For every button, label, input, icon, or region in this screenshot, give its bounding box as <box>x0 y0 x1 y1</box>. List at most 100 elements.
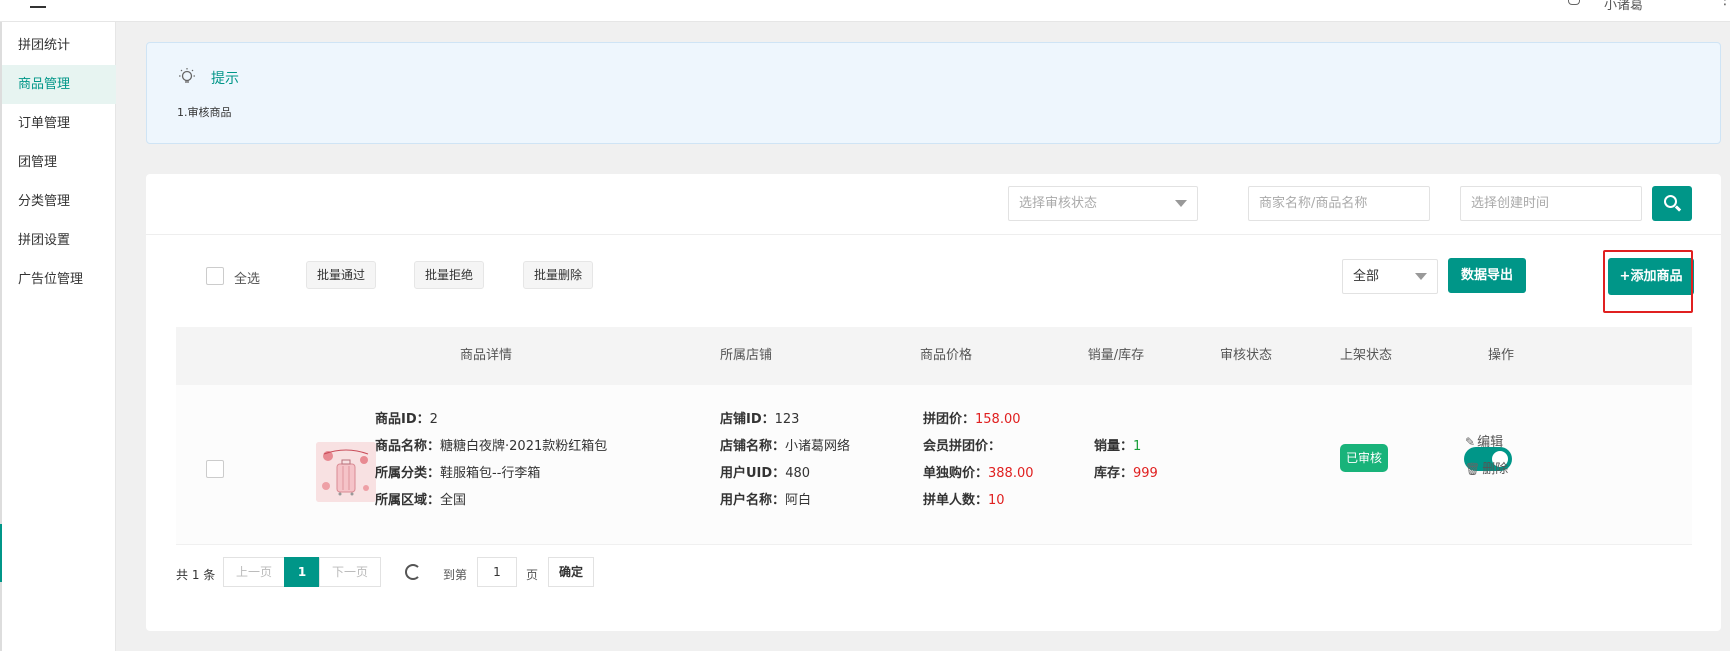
row-checkbox[interactable] <box>206 460 224 478</box>
menu-icon[interactable] <box>30 0 46 8</box>
page-1-button[interactable]: 1 <box>284 557 320 587</box>
product-name-label: 商品名称： <box>375 439 441 454</box>
search-button[interactable] <box>1652 186 1692 221</box>
edit-label: 编辑 <box>1477 435 1504 450</box>
export-data-button[interactable]: 数据导出 <box>1448 258 1526 293</box>
group-price-label: 拼团价： <box>923 412 976 427</box>
sidebar-item-product-management[interactable]: 商品管理 <box>2 65 116 104</box>
goto-confirm-button[interactable]: 确定 <box>548 557 594 587</box>
lightbulb-icon <box>179 68 195 83</box>
user-name[interactable]: 小诸葛 <box>1604 0 1643 13</box>
product-name-value: 糖糖白夜牌·2021款粉红箱包 <box>440 439 608 454</box>
product-id-label: 商品ID： <box>375 412 430 427</box>
next-page-button[interactable]: 下一页 <box>319 557 381 587</box>
page-number-input[interactable]: 1 <box>477 557 517 587</box>
sidebar-item-group-settings[interactable]: 拼团设置 <box>2 221 116 260</box>
audit-status-select[interactable]: 选择审核状态 <box>1008 186 1198 221</box>
batch-delete-button[interactable]: 批量删除 <box>523 261 594 289</box>
col-product-detail: 商品详情 <box>459 348 512 363</box>
search-icon <box>1664 195 1677 208</box>
user-name-label: 用户名称： <box>720 493 786 508</box>
filter-bar: 选择审核状态 商家名称/商品名称 选择创建时间 <box>146 174 1721 235</box>
caret-down-icon <box>1175 200 1187 207</box>
stock-value: 999 <box>1133 466 1158 481</box>
keyword-input[interactable]: 商家名称/商品名称 <box>1248 186 1430 221</box>
product-region-line: 所属区域：全国 <box>375 489 466 508</box>
delete-label: 删除 <box>1482 462 1509 477</box>
col-listed-status: 上架状态 <box>1339 348 1392 363</box>
scope-select[interactable]: 全部 <box>1342 259 1438 294</box>
member-price-line: 会员拼团价： <box>923 435 1001 454</box>
prev-page-button[interactable]: 上一页 <box>223 557 285 587</box>
tip-panel: 提示 1.审核商品 <box>146 42 1721 144</box>
refresh-icon[interactable] <box>405 564 421 580</box>
product-name-line: 商品名称：糖糖白夜牌·2021款粉红箱包 <box>375 435 607 454</box>
select-all-label[interactable]: 全选 <box>234 268 260 287</box>
delete-button[interactable]: 🗑 删除 <box>1465 458 1508 477</box>
caret-down-icon <box>1415 273 1427 280</box>
sidebar: 拼团统计 商品管理 订单管理 团管理 分类管理 拼团设置 广告位管理 <box>0 22 116 651</box>
col-sales-stock: 销量/库存 <box>1087 348 1145 363</box>
group-price-value: 158.00 <box>975 412 1021 427</box>
more-icon[interactable]: ⋮ <box>1718 0 1730 8</box>
tip-text: 1.审核商品 <box>177 106 232 119</box>
sidebar-item-order-management[interactable]: 订单管理 <box>2 104 116 143</box>
goto-label: 到第 <box>443 568 468 582</box>
shop-id-label: 店铺ID： <box>720 412 775 427</box>
member-price-label: 会员拼团价： <box>923 439 1002 454</box>
page-unit-label: 页 <box>526 568 539 582</box>
shop-name-value: 小诸葛网络 <box>785 439 851 454</box>
product-category-label: 所属分类： <box>375 466 441 481</box>
sidebar-edge-accent <box>0 524 2 582</box>
select-all-checkbox[interactable] <box>206 267 224 285</box>
create-date-placeholder: 选择创建时间 <box>1471 196 1550 211</box>
tip-title: 提示 <box>211 71 239 87</box>
batch-approve-button[interactable]: 批量通过 <box>306 261 377 289</box>
user-name-value: 阿白 <box>785 493 812 508</box>
sidebar-item-ad-management[interactable]: 广告位管理 <box>2 260 116 299</box>
batch-reject-button[interactable]: 批量拒绝 <box>414 261 485 289</box>
single-price-label: 单独购价： <box>923 466 989 481</box>
table-header: 商品详情 所属店铺 商品价格 销量/库存 审核状态 上架状态 操作 <box>176 327 1692 385</box>
group-people-value: 10 <box>988 493 1005 508</box>
product-category-line: 所属分类：鞋服箱包--行李箱 <box>375 462 540 481</box>
col-audit-status: 审核状态 <box>1219 348 1272 363</box>
add-product-button[interactable]: +添加商品 <box>1608 258 1694 295</box>
create-date-input[interactable]: 选择创建时间 <box>1460 186 1642 221</box>
sidebar-item-group-management[interactable]: 团管理 <box>2 143 116 182</box>
user-uid-label: 用户UID： <box>720 466 786 481</box>
product-category-value: 鞋服箱包--行李箱 <box>440 466 541 481</box>
pencil-icon: ✎ <box>1465 435 1476 449</box>
product-id-value: 2 <box>429 412 438 427</box>
product-thumbnail[interactable] <box>316 442 376 502</box>
single-price-value: 388.00 <box>988 466 1034 481</box>
sidebar-item-group-stats[interactable]: 拼团统计 <box>2 26 116 65</box>
col-actions: 操作 <box>1487 348 1514 363</box>
product-id-line: 商品ID：2 <box>375 408 438 427</box>
user-uid-value: 480 <box>785 466 811 481</box>
shop-name-line: 店铺名称：小诸葛网络 <box>720 435 850 454</box>
product-region-value: 全国 <box>440 493 467 508</box>
shop-id-value: 123 <box>774 412 800 427</box>
single-price-line: 单独购价：388.00 <box>923 462 1034 481</box>
product-list-card: 选择审核状态 商家名称/商品名称 选择创建时间 全选 批量通过 批量拒绝 批量删… <box>146 174 1721 631</box>
product-region-label: 所属区域： <box>375 493 441 508</box>
shop-id-line: 店铺ID：123 <box>720 408 799 427</box>
scope-value: 全部 <box>1353 269 1380 284</box>
bell-icon[interactable] <box>1568 0 1580 5</box>
audit-status-placeholder: 选择审核状态 <box>1019 196 1098 211</box>
trash-icon: 🗑 <box>1465 462 1481 476</box>
top-header: 小诸葛 ⋮ <box>0 0 1730 22</box>
stock-line: 库存：999 <box>1094 462 1158 481</box>
shop-name-label: 店铺名称： <box>720 439 786 454</box>
sidebar-item-category-management[interactable]: 分类管理 <box>2 182 116 221</box>
user-name-line: 用户名称：阿白 <box>720 489 811 508</box>
sales-line: 销量：1 <box>1094 435 1141 454</box>
table-row: 商品ID：2 商品名称：糖糖白夜牌·2021款粉红箱包 所属分类：鞋服箱包--行… <box>176 385 1692 545</box>
col-price: 商品价格 <box>919 348 972 363</box>
keyword-placeholder: 商家名称/商品名称 <box>1259 196 1368 211</box>
user-uid-line: 用户UID：480 <box>720 462 810 481</box>
edit-button[interactable]: ✎ 编辑 <box>1465 431 1503 450</box>
group-price-line: 拼团价：158.00 <box>923 408 1021 427</box>
sales-label: 销量： <box>1094 439 1134 454</box>
